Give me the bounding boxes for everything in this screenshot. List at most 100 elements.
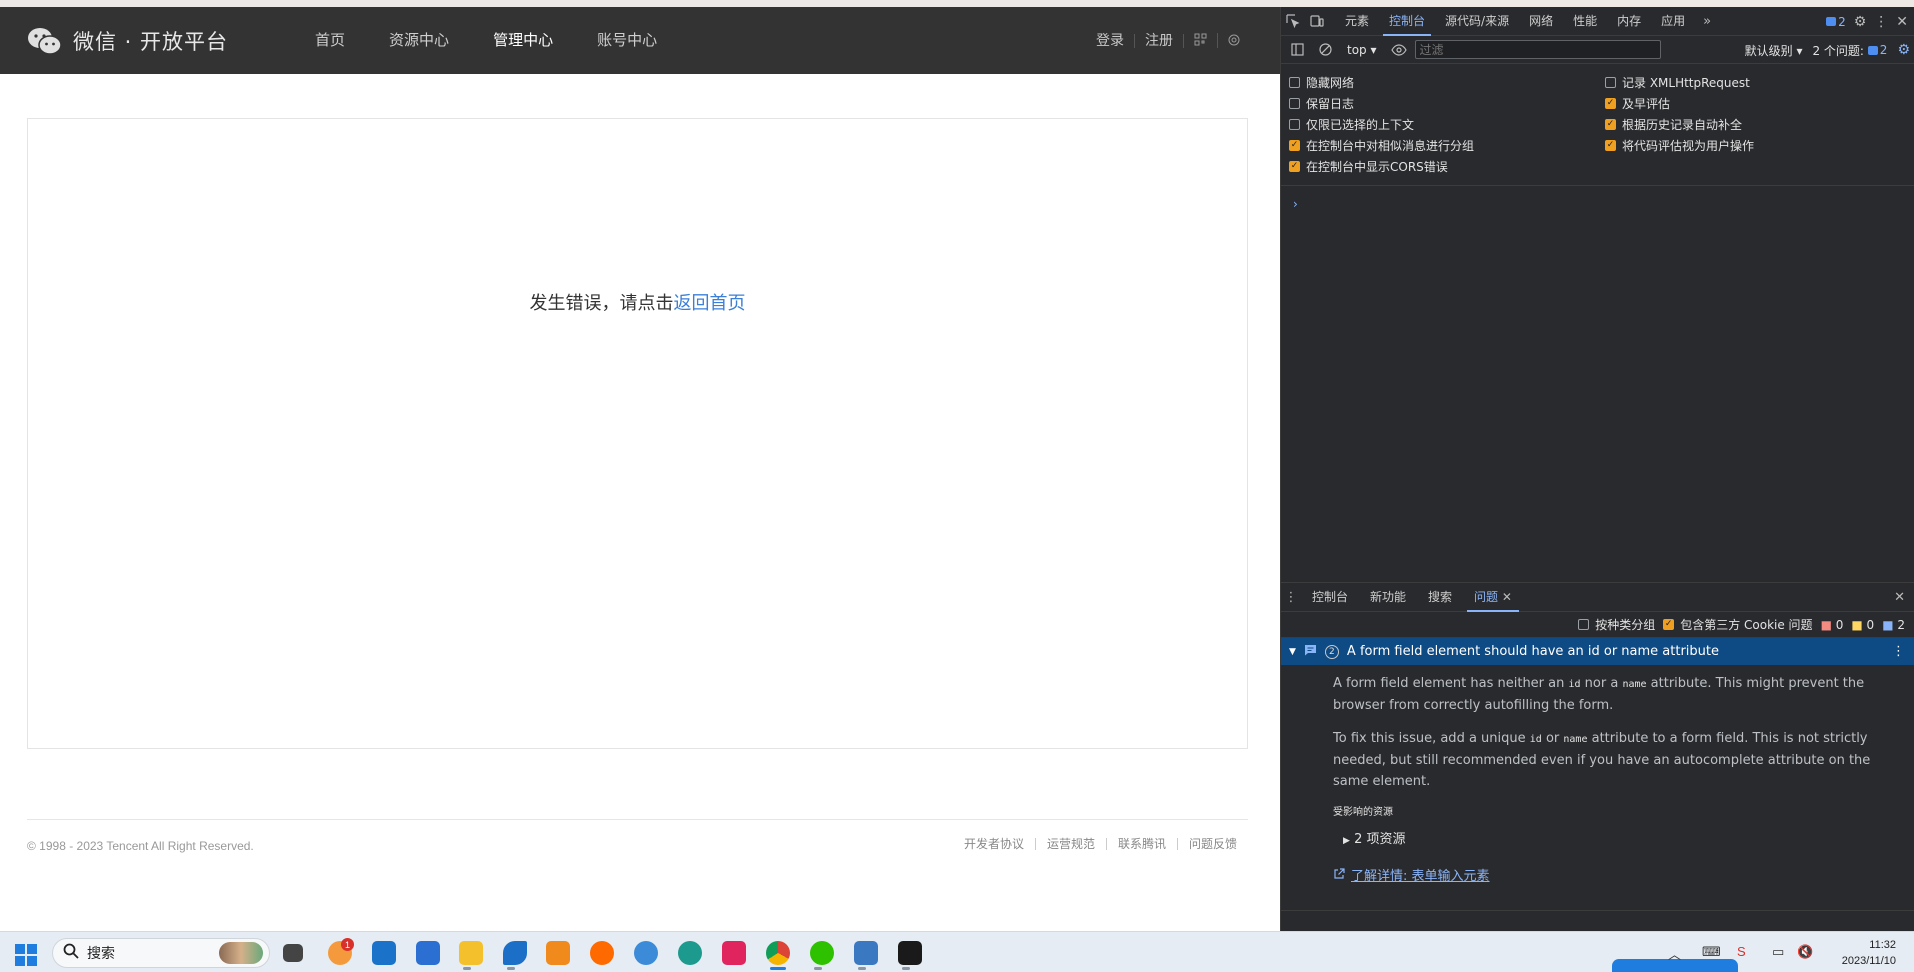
drawer-tab-issues-label: 问题 [1474, 589, 1499, 604]
intellij-icon[interactable] [898, 941, 922, 965]
chrome-icon[interactable] [766, 941, 790, 965]
tab-elements[interactable]: 元素 [1335, 7, 1379, 36]
tab-network[interactable]: 网络 [1519, 7, 1563, 36]
feishu-icon[interactable] [503, 941, 527, 965]
checkbox[interactable]: ✓ [1605, 119, 1616, 130]
login-link[interactable]: 登录 [1086, 33, 1135, 48]
context-select[interactable]: top ▾ [1341, 43, 1383, 57]
console-filter-input[interactable] [1414, 40, 1661, 59]
tab-console[interactable]: 控制台 [1379, 7, 1435, 36]
setting-user-activation-eval[interactable]: ✓ 将代码评估视为用户操作 [1605, 137, 1754, 154]
checkbox[interactable]: ✓ [1663, 619, 1675, 630]
app-orange-icon[interactable] [590, 941, 614, 965]
task-view-icon[interactable] [283, 944, 303, 962]
volume-muted-icon[interactable]: 🔇 [1797, 944, 1813, 960]
setting-log-xhr[interactable]: 记录 XMLHttpRequest [1605, 74, 1750, 91]
console-toolbar: top ▾ 默认级别 ▾ 2 个问题: 2 ⚙ [1281, 36, 1914, 64]
setting-eager-evaluation[interactable]: ✓ 及早评估 [1605, 95, 1670, 112]
back-home-link[interactable]: 返回首页 [674, 293, 746, 314]
wechat-icon[interactable] [810, 941, 834, 965]
tab-performance[interactable]: 性能 [1563, 7, 1607, 36]
store-icon[interactable] [416, 941, 440, 965]
taskbar-search[interactable]: 搜索 [52, 938, 270, 968]
drawer-tab-console[interactable]: 控制台 [1301, 583, 1359, 612]
app-pink-icon[interactable] [722, 941, 746, 965]
footer-link-contact[interactable]: 联系腾讯 [1105, 838, 1177, 850]
include-third-party-toggle[interactable]: ✓ 包含第三方 Cookie 问题 [1663, 616, 1813, 633]
checkbox[interactable] [1578, 619, 1590, 630]
issues-summary[interactable]: 2 个问题: 2 [1812, 42, 1887, 59]
close-devtools-icon[interactable]: ✕ [1896, 14, 1908, 30]
setting-autocomplete-history[interactable]: ✓ 根据历史记录自动补全 [1605, 116, 1742, 133]
clear-console-icon[interactable] [1313, 35, 1337, 64]
issue-row[interactable]: ▼ 2 A form field element should have an … [1281, 638, 1914, 665]
affected-resources-toggle[interactable]: ▶ 2 项资源 [1343, 829, 1895, 852]
clock[interactable]: 11:32 2023/11/10 [1842, 937, 1896, 969]
checkbox[interactable] [1289, 119, 1300, 130]
tab-application[interactable]: 应用 [1651, 7, 1695, 36]
checkbox[interactable] [1605, 77, 1616, 88]
device-toolbar-icon[interactable] [1305, 7, 1329, 36]
sublime-text-icon[interactable] [546, 941, 570, 965]
taskbar: 搜索 1 ︿ ⌨ S ▭ 🔇 11:32 2023/11/10 [0, 931, 1914, 972]
drawer-tab-whats-new[interactable]: 新功能 [1359, 583, 1417, 612]
setting-preserve-log[interactable]: 保留日志 [1289, 95, 1354, 112]
checkbox[interactable]: ✓ [1605, 140, 1616, 151]
nav-account[interactable]: 账号中心 [575, 7, 679, 74]
ime-icon[interactable]: ⌨ [1702, 944, 1721, 960]
tab-memory[interactable]: 内存 [1607, 7, 1651, 36]
log-level-select[interactable]: 默认级别 ▾ [1745, 42, 1803, 59]
setting-selected-context-only[interactable]: 仅限已选择的上下文 [1289, 116, 1414, 133]
expand-triangle-icon[interactable]: ▼ [1289, 647, 1296, 657]
close-drawer-icon[interactable]: ✕ [1894, 583, 1905, 612]
checkbox[interactable] [1289, 98, 1300, 109]
learn-more-link[interactable]: 了解详情: 表单输入元素 [1333, 866, 1895, 887]
drawer-tab-issues[interactable]: 问题 ✕ [1463, 583, 1523, 612]
app-blue-icon[interactable] [634, 941, 658, 965]
remote-desktop-icon[interactable] [854, 941, 878, 965]
sidebar-toggle-icon[interactable] [1285, 35, 1309, 64]
checkbox[interactable] [1289, 77, 1300, 88]
tab-sources[interactable]: 源代码/来源 [1435, 7, 1519, 36]
issues-badge[interactable]: 2 [1826, 15, 1846, 29]
close-tab-icon[interactable]: ✕ [1502, 590, 1512, 604]
inspect-element-icon[interactable] [1281, 7, 1305, 36]
site-title: 微信 · 开放平台 [73, 29, 229, 54]
issue-menu-icon[interactable]: ⋮ [1892, 644, 1905, 659]
checkbox[interactable]: ✓ [1605, 98, 1616, 109]
qrcode-icon[interactable] [1184, 33, 1218, 48]
nav-resources[interactable]: 资源中心 [367, 7, 471, 74]
register-link[interactable]: 注册 [1135, 33, 1184, 48]
group-by-kind-toggle[interactable]: 按种类分组 [1578, 616, 1655, 633]
issue-description: A form field element has neither an id n… [1333, 673, 1895, 716]
settings-icon[interactable]: ⚙ [1854, 14, 1867, 30]
file-explorer-icon[interactable] [459, 941, 483, 965]
chevron-up-icon[interactable]: ︿ [1668, 944, 1681, 963]
edge-icon[interactable] [678, 941, 702, 965]
footer-link-feedback[interactable]: 问题反馈 [1176, 838, 1248, 850]
checkbox[interactable]: ✓ [1289, 140, 1300, 151]
windows-start-icon[interactable] [15, 944, 37, 966]
more-options-icon[interactable]: ⋮ [1874, 14, 1888, 30]
console-settings-icon[interactable]: ⚙ [1897, 42, 1910, 58]
setting-show-cors-errors[interactable]: ✓ 在控制台中显示CORS错误 [1289, 158, 1448, 175]
mail-icon[interactable] [372, 941, 396, 965]
checkbox[interactable]: ✓ [1289, 161, 1300, 172]
site-logo[interactable]: 微信 · 开放平台 [27, 26, 228, 56]
setting-hide-network[interactable]: 隐藏网络 [1289, 74, 1354, 91]
console-prompt-icon[interactable]: › [1293, 197, 1298, 211]
setting-group-similar[interactable]: ✓ 在控制台中对相似消息进行分组 [1289, 137, 1474, 154]
nav-management[interactable]: 管理中心 [471, 7, 575, 74]
drawer-tab-search[interactable]: 搜索 [1417, 583, 1463, 612]
site-header: 微信 · 开放平台 首页 资源中心 管理中心 账号中心 登录 注册 [0, 7, 1280, 74]
clock-time: 11:32 [1869, 939, 1896, 951]
footer-link-operation-rules[interactable]: 运营规范 [1034, 838, 1106, 850]
live-expression-eye-icon[interactable] [1387, 35, 1411, 64]
language-icon[interactable] [1218, 34, 1250, 48]
nav-home[interactable]: 首页 [293, 7, 367, 74]
more-tabs-icon[interactable]: » [1695, 7, 1719, 36]
footer-link-developer-agreement[interactable]: 开发者协议 [953, 838, 1035, 850]
sogou-icon[interactable]: S [1737, 944, 1746, 959]
drawer-menu-icon[interactable]: ⋮ [1281, 583, 1301, 612]
network-icon[interactable]: ▭ [1772, 944, 1784, 960]
